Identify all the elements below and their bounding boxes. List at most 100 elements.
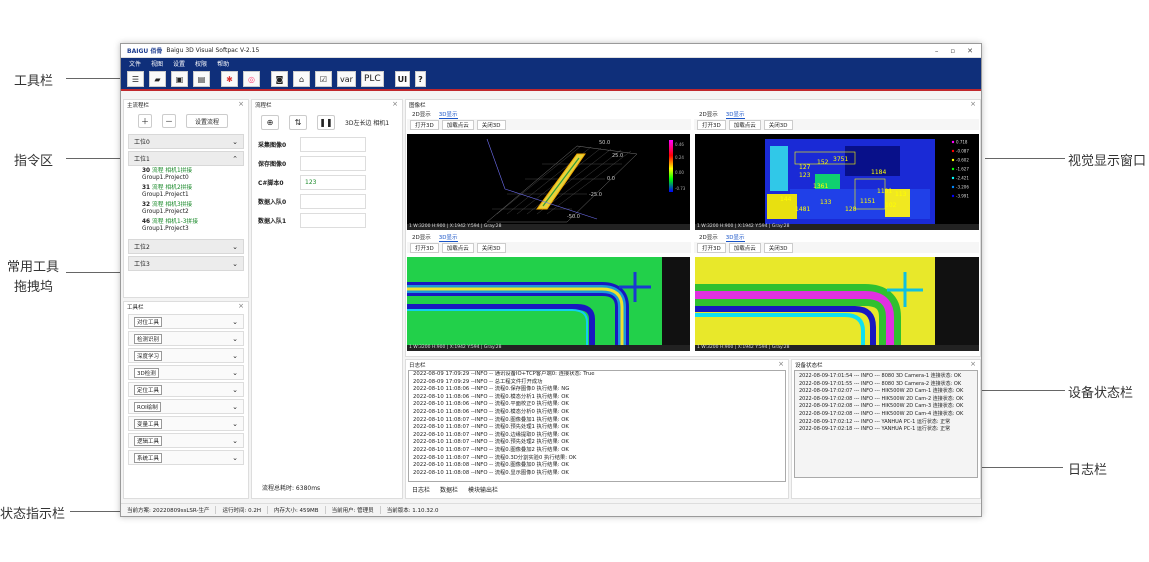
tab-3d[interactable]: 3D显示 (725, 110, 745, 119)
close-3d-button[interactable]: 关闭3D (476, 119, 506, 130)
close-icon[interactable]: × (238, 100, 244, 108)
flow-step[interactable]: 数据入队1 (252, 211, 402, 230)
log-list[interactable]: 2022-08-09 17:09:29 --INFO -- 通讯设备IO+TCP… (408, 370, 786, 482)
run-once-icon[interactable]: ⊕ (261, 115, 279, 130)
flow-step-value[interactable] (300, 194, 366, 209)
log-line: 2022-08-10 11:08:07 --INFO -- 流程0.预先处理2 … (413, 439, 569, 446)
close-icon[interactable]: × (970, 100, 976, 108)
open-3d-button[interactable]: 打开3D (410, 242, 439, 253)
menu-file[interactable]: 文件 (129, 59, 141, 68)
list-item[interactable]: 32 流程 相机3拼接 (124, 202, 248, 209)
station-3[interactable]: 工位3 ⌄ (128, 256, 244, 271)
tool-system[interactable]: 系统工具 ⌄ (128, 450, 244, 465)
menu-permissions[interactable]: 权限 (195, 59, 207, 68)
view-tl-controls: 2D显示 3D显示 打开3D 加载点云 关闭3D (407, 109, 691, 130)
view-height-map-2[interactable]: 1 W:3200 H:900 | X:1942 Y:594 | Gray:28 (695, 257, 979, 351)
load-cloud-button[interactable]: 加载点云 (728, 242, 761, 253)
chevron-down-icon: ⌄ (232, 317, 238, 326)
camera-icon[interactable]: ◙ (271, 71, 288, 87)
close-icon[interactable]: × (238, 302, 244, 310)
tab-3d[interactable]: 3D显示 (725, 233, 745, 242)
target-icon[interactable]: ◎ (243, 71, 260, 87)
list-icon[interactable]: ☰ (127, 71, 144, 87)
close-3d-button[interactable]: 关闭3D (763, 119, 793, 130)
open-3d-button[interactable]: 打开3D (697, 242, 726, 253)
device-icon[interactable]: ▤ (193, 71, 210, 87)
tool-logic[interactable]: 逻辑工具 ⌄ (128, 433, 244, 448)
flow-step[interactable]: 采集图像0 (252, 135, 402, 154)
status-bar: 当前方案: 20220809ssLSR-生产 运行时间: 0.2H 内存大小: … (121, 503, 981, 516)
menu-settings[interactable]: 设置 (173, 59, 185, 68)
tab-log[interactable]: 日志栏 (412, 485, 430, 494)
flow-step-value[interactable] (300, 137, 366, 152)
list-item-sub: Group1.Project1 (142, 192, 189, 198)
load-cloud-button[interactable]: 加载点云 (441, 242, 474, 253)
station-1[interactable]: 工位1 ⌃ (128, 151, 244, 166)
close-3d-button[interactable]: 关闭3D (476, 242, 506, 253)
tool-deep-learning[interactable]: 深度学习 ⌄ (128, 348, 244, 363)
menu-view[interactable]: 视图 (151, 59, 163, 68)
pause-icon[interactable]: ❚❚ (317, 115, 335, 130)
tool-red-icon[interactable]: ✱ (221, 71, 238, 87)
tool-3d-inspection[interactable]: 3D检测 ⌄ (128, 365, 244, 380)
tab-data[interactable]: 数据栏 (440, 485, 458, 494)
device-status-list[interactable]: 2022-08-09-17:01:54 --- INFO --- 8080 3D… (794, 370, 978, 478)
tab-3d[interactable]: 3D显示 (438, 233, 458, 242)
tab-module-output[interactable]: 模块输出栏 (468, 485, 498, 494)
overlay-number: 152 (817, 159, 829, 166)
tab-2d[interactable]: 2D显示 (699, 110, 718, 118)
var-icon[interactable]: var (337, 71, 356, 87)
list-item[interactable]: 30 流程 相机1拼接 (124, 168, 248, 175)
close-icon[interactable]: × (970, 360, 976, 368)
open-3d-button[interactable]: 打开3D (410, 119, 439, 130)
flow-step[interactable]: 数据入队0 (252, 192, 402, 211)
load-cloud-button[interactable]: 加载点云 (441, 119, 474, 130)
maximize-button[interactable]: ▫ (950, 47, 955, 55)
set-flow-button[interactable]: 设置流程 (186, 114, 228, 128)
tool-positioning[interactable]: 定位工具 ⌄ (128, 382, 244, 397)
tool-detection[interactable]: 检测识别 ⌄ (128, 331, 244, 346)
loop-icon[interactable]: ⇅ (289, 115, 307, 130)
minimize-button[interactable]: – (935, 47, 939, 55)
view-height-map-1[interactable]: 1 W:3200 H:900 | X:1942 Y:594 | Gray:28 (407, 257, 690, 351)
close-icon[interactable]: × (778, 360, 784, 368)
list-item[interactable]: 46 流程 相机1-3拼接 (124, 219, 248, 226)
remove-icon[interactable]: － (162, 114, 176, 128)
plc-icon[interactable]: PLC (360, 71, 384, 87)
flow-step[interactable]: C#脚本0 123 (252, 173, 402, 192)
flow-step[interactable]: 保存图像0 (252, 154, 402, 173)
open-3d-button[interactable]: 打开3D (697, 119, 726, 130)
flow-step-value[interactable] (300, 156, 366, 171)
flow-step-value[interactable]: 123 (300, 175, 366, 190)
save-icon[interactable]: ▣ (171, 71, 188, 87)
view-3d-measure[interactable]: 152 3751 127 123 1361 144 1481 133 128 1… (695, 134, 979, 230)
close-button[interactable]: ✕ (967, 47, 973, 55)
add-icon[interactable]: ＋ (138, 114, 152, 128)
menu-help[interactable]: 帮助 (217, 59, 229, 68)
load-cloud-button[interactable]: 加载点云 (728, 119, 761, 130)
open-folder-icon[interactable]: ▰ (149, 71, 166, 87)
tool-alignment[interactable]: 对位工具 ⌄ (128, 314, 244, 329)
close-3d-button[interactable]: 关闭3D (763, 242, 793, 253)
tab-2d[interactable]: 2D显示 (412, 110, 431, 118)
flow-step-value[interactable] (300, 213, 366, 228)
tab-2d[interactable]: 2D显示 (699, 233, 718, 241)
callout-visual-display: 视觉显示窗口 (1068, 154, 1147, 169)
overlay-number: 1184 (871, 169, 886, 176)
ui-icon[interactable]: UI (394, 71, 411, 87)
tool-roi[interactable]: ROI绘制 ⌄ (128, 399, 244, 414)
view-3d-pointcloud[interactable]: 50.0 25.0 0.0 -25.0 -50.0 0.46 0.24 0.00… (407, 134, 690, 230)
axis-label: 25.0 (612, 153, 623, 159)
station-0[interactable]: 工位0 ⌄ (128, 134, 244, 149)
list-item[interactable]: 31 流程 相机2拼接 (124, 185, 248, 192)
tab-3d[interactable]: 3D显示 (438, 110, 458, 119)
house-camera-icon[interactable]: ⌂ (293, 71, 310, 87)
chevron-up-icon: ⌃ (232, 154, 238, 163)
panel-title: 流程栏 × (255, 100, 398, 109)
help-icon[interactable]: ? (415, 71, 426, 87)
tab-2d[interactable]: 2D显示 (412, 233, 431, 241)
station-2[interactable]: 工位2 ⌄ (128, 239, 244, 254)
checklist-icon[interactable]: ☑ (315, 71, 332, 87)
tool-variable[interactable]: 变量工具 ⌄ (128, 416, 244, 431)
close-icon[interactable]: × (392, 100, 398, 108)
